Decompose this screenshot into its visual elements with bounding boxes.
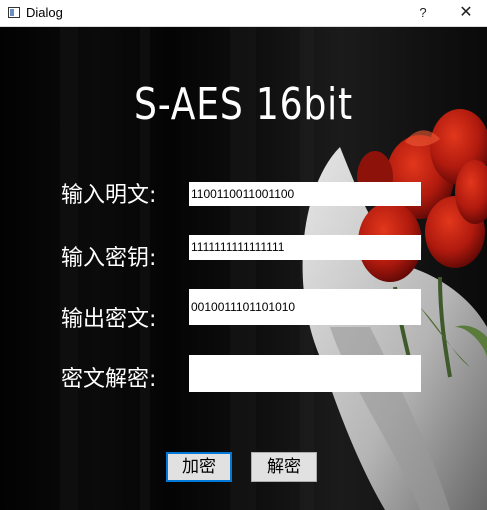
decrypt-button[interactable]: 解密 — [251, 452, 317, 482]
encrypt-button[interactable]: 加密 — [166, 452, 232, 482]
window-title: Dialog — [26, 5, 63, 20]
page-title: S-AES 16bit — [134, 79, 353, 130]
key-label: 输入密钥: — [61, 246, 157, 271]
ciphertext-label: 输出密文: — [61, 307, 157, 332]
close-button[interactable]: ✕ — [452, 3, 480, 23]
decrypt-label: 密文解密: — [61, 367, 157, 392]
app-window-icon — [8, 7, 20, 18]
dialog-body: S-AES 16bit 输入明文: 1100110011001100 输入密钥:… — [0, 27, 487, 510]
plaintext-label: 输入明文: — [61, 183, 157, 208]
title-bar: Dialog ? ✕ — [0, 0, 487, 27]
decrypt-output[interactable] — [189, 355, 421, 392]
plaintext-input[interactable]: 1100110011001100 — [189, 182, 421, 206]
key-input[interactable]: 1111111111111111 — [189, 235, 421, 260]
ciphertext-output[interactable]: 0010011101101010 — [189, 289, 421, 325]
help-button[interactable]: ? — [409, 3, 437, 23]
